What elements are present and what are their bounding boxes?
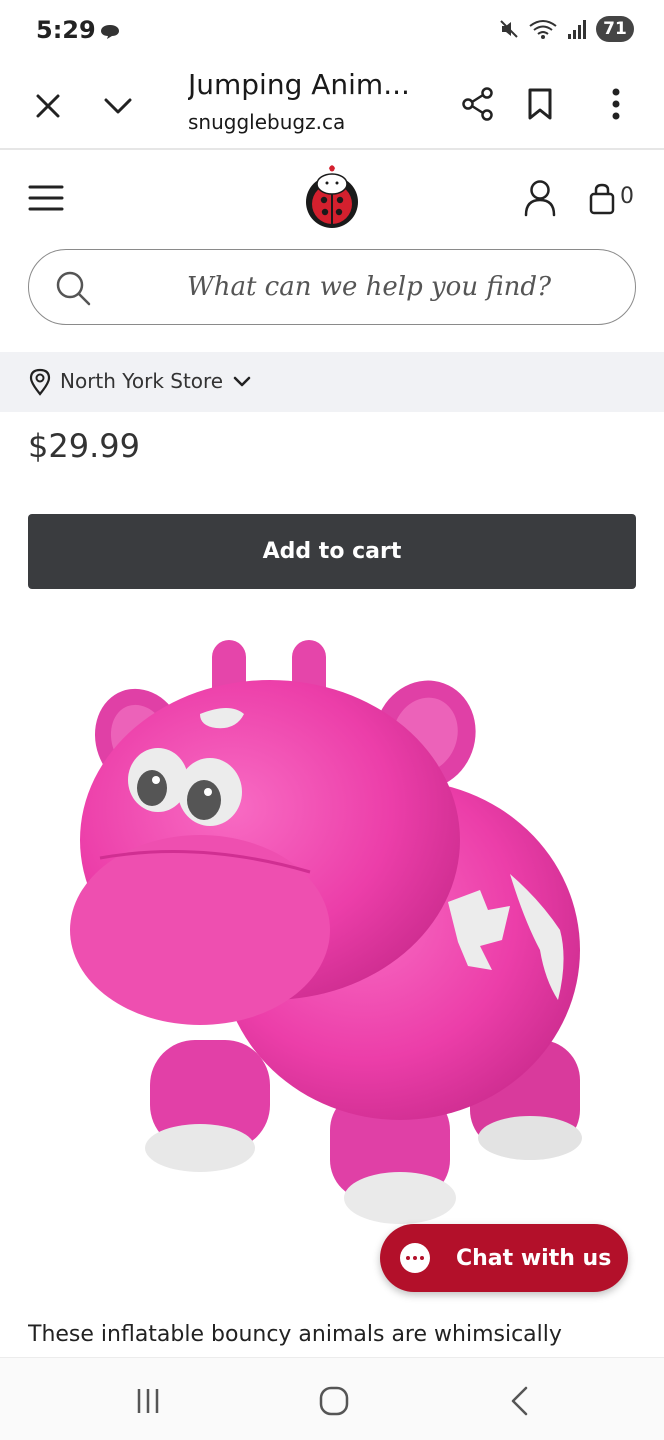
- cart-bag-icon[interactable]: [586, 180, 618, 218]
- store-selector[interactable]: North York Store: [0, 352, 664, 412]
- page-title[interactable]: Jumping Anim...: [188, 68, 408, 101]
- status-time: 5:29: [36, 16, 96, 44]
- chat-bubble-icon: [400, 1243, 430, 1273]
- store-name[interactable]: North York Store: [60, 369, 223, 393]
- search-icon[interactable]: [51, 266, 95, 310]
- system-nav-bar: [0, 1357, 664, 1440]
- recent-apps-icon[interactable]: [128, 1384, 168, 1418]
- message-icon: [101, 25, 119, 39]
- wifi-icon: [529, 20, 557, 39]
- site-header: 0: [0, 150, 664, 245]
- back-icon[interactable]: [500, 1382, 540, 1420]
- account-icon[interactable]: [520, 176, 560, 220]
- battery-indicator: 71: [596, 16, 634, 42]
- product-price: $29.99: [28, 427, 140, 465]
- add-to-cart-button[interactable]: Add to cart: [28, 514, 636, 589]
- home-icon[interactable]: [314, 1382, 354, 1420]
- chat-with-us-button[interactable]: Chat with us: [380, 1224, 628, 1292]
- bookmark-icon[interactable]: [520, 84, 560, 124]
- page-url[interactable]: snugglebugz.ca: [188, 110, 345, 134]
- snugglebugz-logo[interactable]: [300, 164, 364, 230]
- search-input[interactable]: [129, 268, 609, 306]
- location-pin-icon: [28, 368, 52, 396]
- more-options-icon[interactable]: [596, 84, 636, 124]
- status-icons: 71: [498, 16, 634, 42]
- chevron-down-icon[interactable]: [98, 86, 138, 126]
- hamburger-menu-icon[interactable]: [26, 178, 66, 218]
- signal-icon: [568, 20, 586, 39]
- share-icon[interactable]: [458, 84, 498, 124]
- status-bar: 5:29 71: [0, 0, 664, 62]
- chevron-down-icon[interactable]: [232, 372, 252, 392]
- cart-count-badge[interactable]: 0: [620, 184, 634, 209]
- product-description: These inflatable bouncy animals are whim…: [28, 1322, 562, 1347]
- chat-label: Chat with us: [456, 1245, 612, 1271]
- search-bar[interactable]: [28, 249, 636, 325]
- close-icon[interactable]: [28, 86, 68, 126]
- product-image-pink-cow[interactable]: [40, 610, 620, 1250]
- browser-toolbar: Jumping Anim... snugglebugz.ca: [0, 62, 664, 150]
- mute-icon: [500, 20, 518, 38]
